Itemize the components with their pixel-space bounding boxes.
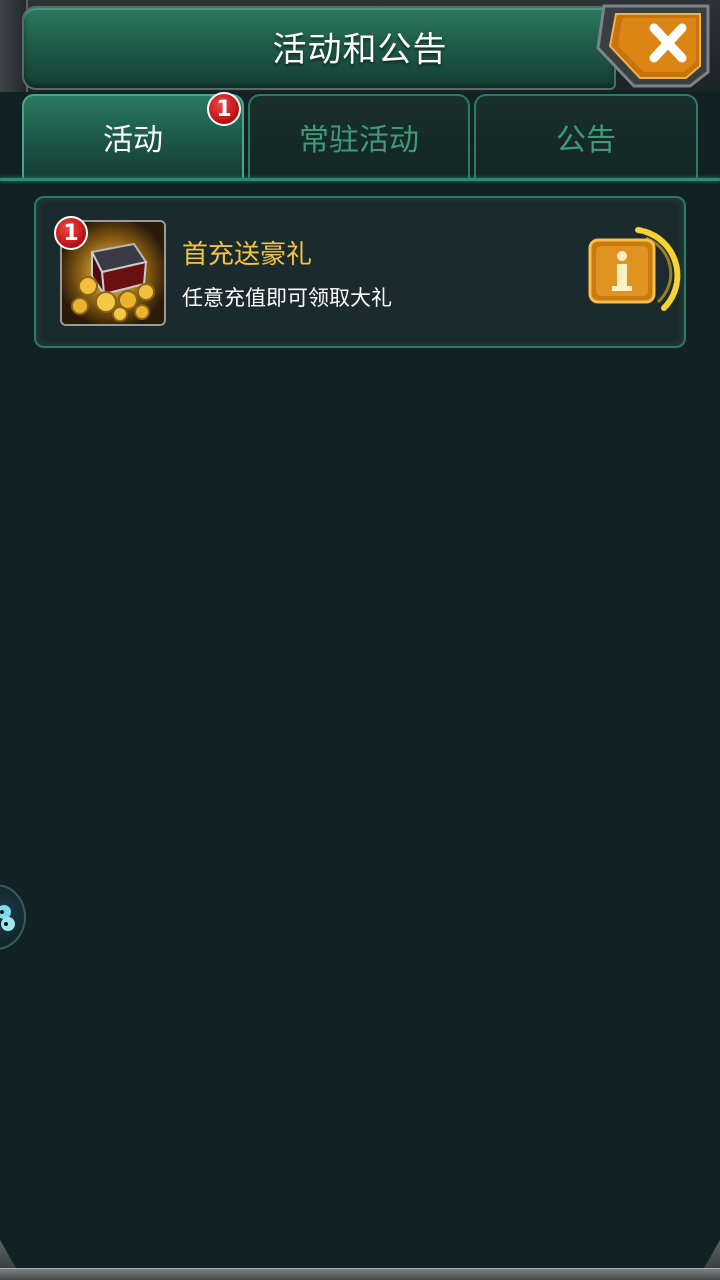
tab-announcements[interactable]: 公告 xyxy=(474,94,698,178)
tab-activities-badge: 1 xyxy=(207,92,241,126)
close-x-icon xyxy=(596,4,710,88)
header-bar: 活动和公告 xyxy=(0,0,720,92)
bottom-frame xyxy=(0,1268,720,1280)
close-button[interactable] xyxy=(594,2,714,88)
activity-badge: 1 xyxy=(54,216,88,250)
tab-activities-label: 活动 xyxy=(103,123,163,158)
activity-title: 首充送豪礼 xyxy=(182,240,313,270)
assistant-icon xyxy=(0,905,15,931)
tab-permanent-activities-label: 常驻活动 xyxy=(299,123,419,158)
activity-description: 任意充值即可领取大礼 xyxy=(182,286,392,310)
tab-underline xyxy=(0,178,720,181)
tab-permanent-activities[interactable]: 常驻活动 xyxy=(248,94,470,178)
activities-announcements-screen: 活动和公告 活动 1 常驻活动 公告 1 首充送豪礼 任意充值即可领取大礼 xyxy=(0,0,720,1280)
tab-announcements-label: 公告 xyxy=(556,123,616,158)
info-button[interactable] xyxy=(576,216,686,328)
floating-assistant-button[interactable] xyxy=(0,884,26,950)
info-icon xyxy=(588,227,681,311)
activity-item-first-recharge[interactable]: 1 首充送豪礼 任意充值即可领取大礼 xyxy=(34,196,686,348)
